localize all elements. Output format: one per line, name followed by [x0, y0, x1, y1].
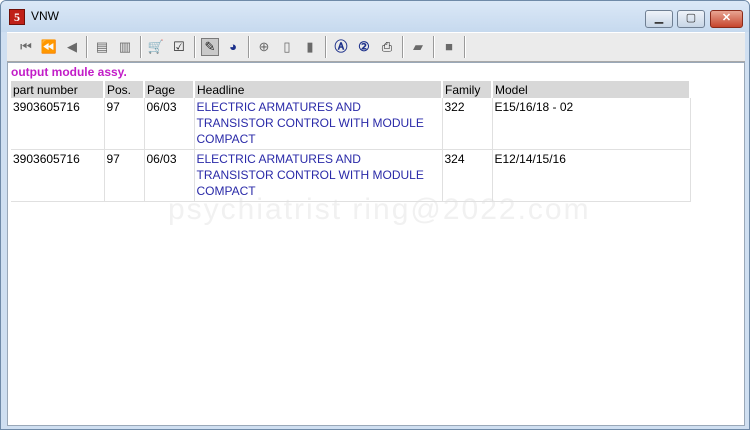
results-panel: output module assy. psychiatrist ring@20…	[7, 62, 745, 426]
window-title: VNW	[31, 9, 59, 23]
cell-page: 06/03	[144, 98, 195, 150]
eraser-icon[interactable]: ▰	[409, 38, 427, 56]
app-window: 5 VNW ▁ ▢ ✕ ⏮ ⏪ ◀ ▤ ▥ 🛒 ☑ ✎ ◕ ⊕ ▯ ▮ Ⓐ ② …	[0, 0, 750, 430]
page-icon[interactable]: ▯	[278, 38, 296, 56]
cell-family: 322	[442, 98, 493, 150]
table-header-row: part number Pos. Page Headline Family Mo…	[11, 81, 691, 98]
checklist-icon[interactable]: ☑	[170, 38, 188, 56]
toolbar-separator	[402, 36, 404, 58]
table-row[interactable]: 3903605716 97 06/03 ELECTRIC ARMATURES A…	[11, 149, 691, 202]
column-header-pos[interactable]: Pos.	[104, 81, 145, 98]
pencil-icon[interactable]: ✎	[201, 38, 219, 56]
toolbar-separator	[464, 36, 466, 58]
cell-headline-link[interactable]: ELECTRIC ARMATURES AND TRANSISTOR CONTRO…	[194, 98, 443, 150]
cell-pos: 97	[104, 149, 145, 202]
cell-model: E15/16/18 - 02	[492, 98, 691, 150]
cell-pos: 97	[104, 98, 145, 150]
search-a-icon[interactable]: Ⓐ	[332, 38, 350, 56]
cell-model: E12/14/15/16	[492, 149, 691, 202]
toolbar-separator	[86, 36, 88, 58]
doc-forward-icon[interactable]: ▥	[116, 38, 134, 56]
cart-icon[interactable]: 🛒	[147, 38, 165, 56]
cell-headline-link[interactable]: ELECTRIC ARMATURES AND TRANSISTOR CONTRO…	[194, 149, 443, 202]
toolbar-separator	[325, 36, 327, 58]
results-table: part number Pos. Page Headline Family Mo…	[11, 81, 691, 202]
app-logo-icon[interactable]: 5	[9, 9, 25, 25]
toolbar-separator	[140, 36, 142, 58]
column-header-model[interactable]: Model	[492, 81, 691, 98]
maximize-button[interactable]: ▢	[677, 10, 705, 28]
print-icon[interactable]: ⎙	[378, 38, 396, 56]
section-title: output module assy.	[11, 65, 127, 79]
search-2-icon[interactable]: ②	[355, 38, 373, 56]
toolbar-separator	[194, 36, 196, 58]
table-row[interactable]: 3903605716 97 06/03 ELECTRIC ARMATURES A…	[11, 98, 691, 150]
column-header-family[interactable]: Family	[442, 81, 493, 98]
toolbar: ⏮ ⏪ ◀ ▤ ▥ 🛒 ☑ ✎ ◕ ⊕ ▯ ▮ Ⓐ ② ⎙ ▰ ■	[7, 32, 745, 62]
zoom-icon[interactable]: ⊕	[255, 38, 273, 56]
rewind-icon[interactable]: ⏪	[40, 38, 58, 56]
cell-part-number: 3903605716	[11, 98, 105, 150]
title-bar[interactable]: 5 VNW ▁ ▢ ✕	[1, 1, 749, 32]
column-header-page[interactable]: Page	[144, 81, 195, 98]
page-alt-icon[interactable]: ▮	[301, 38, 319, 56]
globe-icon[interactable]: ◕	[224, 38, 242, 56]
doc-back-icon[interactable]: ▤	[93, 38, 111, 56]
toolbar-separator	[433, 36, 435, 58]
minimize-button[interactable]: ▁	[645, 10, 673, 28]
cell-part-number: 3903605716	[11, 149, 105, 202]
previous-icon[interactable]: ◀	[63, 38, 81, 56]
cell-family: 324	[442, 149, 493, 202]
cell-page: 06/03	[144, 149, 195, 202]
stop-icon[interactable]: ■	[440, 38, 458, 56]
toolbar-separator	[248, 36, 250, 58]
column-header-part-number[interactable]: part number	[11, 81, 105, 98]
close-button[interactable]: ✕	[710, 10, 743, 28]
first-icon[interactable]: ⏮	[17, 38, 35, 56]
column-header-headline[interactable]: Headline	[194, 81, 443, 98]
